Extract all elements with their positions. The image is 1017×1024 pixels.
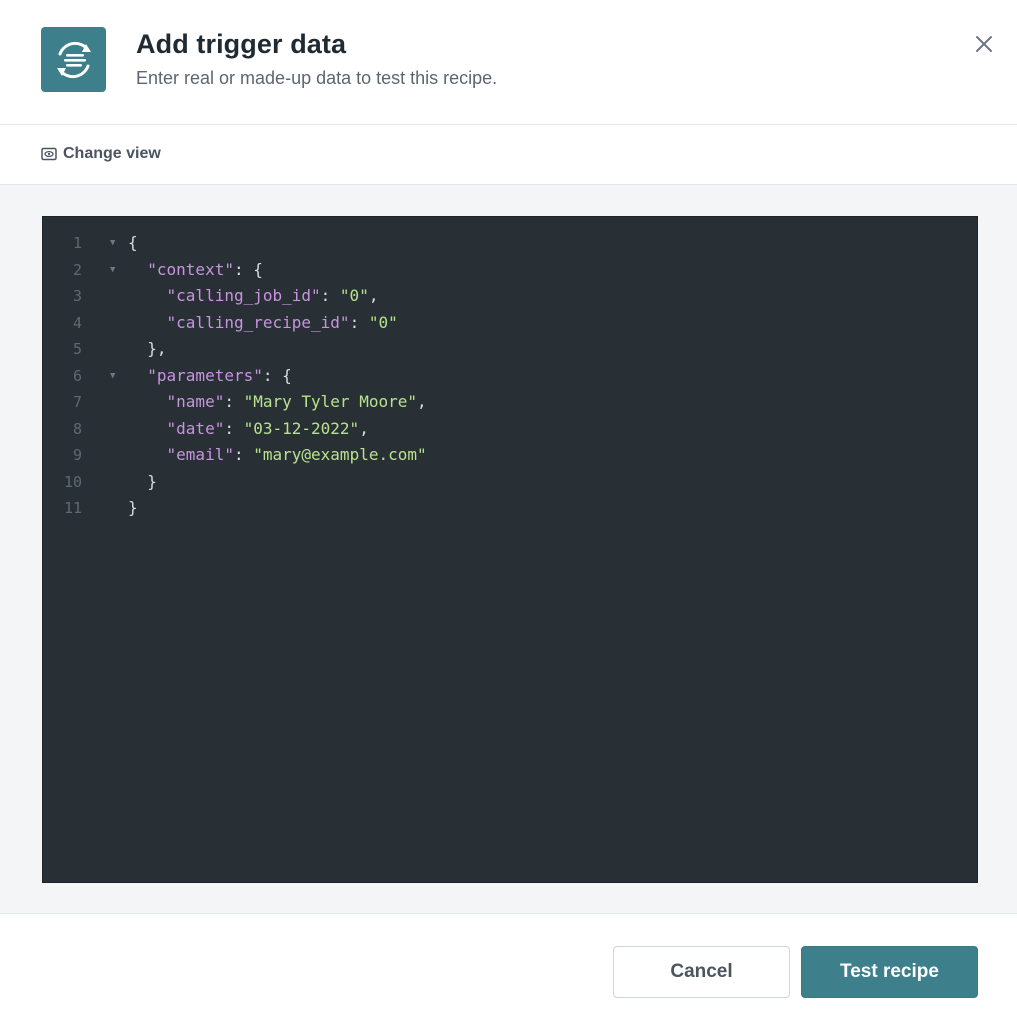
fold-toggle-icon[interactable]: ▼: [110, 230, 115, 256]
code-text: "parameters": {: [147, 365, 292, 385]
code-line[interactable]: 2 ▼ "context": {: [43, 257, 977, 283]
dialog-subtitle: Enter real or made-up data to test this …: [136, 68, 498, 88]
code-line[interactable]: 4 "calling_recipe_id": "0": [43, 310, 977, 336]
change-view-label: Change view: [63, 145, 161, 162]
line-number: 2: [72, 260, 82, 279]
code-text: "name": "Mary Tyler Moore",: [166, 392, 427, 411]
code-text: },: [147, 339, 167, 358]
code-text: {: [128, 233, 138, 252]
fold-toggle-icon[interactable]: ▼: [110, 257, 115, 283]
code-line[interactable]: 9 "email": "mary@example.com": [43, 442, 977, 468]
code-text: }: [147, 471, 157, 491]
dialog-header: Add trigger data Enter real or made-up d…: [0, 0, 1017, 125]
close-button[interactable]: [970, 30, 998, 58]
code-line[interactable]: 10 }: [43, 469, 977, 495]
line-number: 7: [72, 393, 82, 411]
code-text: "context": {: [147, 259, 263, 279]
close-icon: [976, 36, 992, 52]
line-number: 4: [72, 313, 82, 332]
code-line[interactable]: 6 ▼ "parameters": {: [43, 363, 977, 389]
dialog-title: Add trigger data: [136, 29, 347, 59]
dialog-toolbar: Change view: [0, 125, 1017, 185]
dialog-footer: Cancel Test recipe: [0, 913, 1017, 1024]
cancel-button[interactable]: Cancel: [613, 946, 790, 998]
sync-data-icon: [41, 27, 106, 92]
json-code-editor[interactable]: 1 ▼ {2 ▼ "context": { 3 "calling_job_id": "0…: [42, 216, 978, 883]
code-text: "calling_job_id": "0",: [166, 286, 379, 305]
fold-toggle-icon[interactable]: ▼: [110, 363, 115, 389]
line-number: 8: [72, 419, 82, 438]
line-number: 5: [72, 340, 82, 358]
line-number: 11: [63, 499, 82, 517]
eye-icon: [41, 147, 57, 161]
code-text: "email": "mary@example.com": [166, 445, 427, 464]
code-line[interactable]: 7 "name": "Mary Tyler Moore",: [43, 389, 977, 415]
line-number: 6: [72, 366, 82, 385]
dialog-body: 1 ▼ {2 ▼ "context": { 3 "calling_job_id": "0…: [0, 185, 1017, 913]
line-number: 10: [63, 472, 82, 491]
code-line[interactable]: 1 ▼ {: [43, 230, 977, 256]
code-line[interactable]: 5 },: [43, 336, 977, 362]
code-text: "calling_recipe_id": "0": [166, 312, 398, 332]
code-line[interactable]: 11}: [43, 495, 977, 521]
test-recipe-button[interactable]: Test recipe: [801, 946, 978, 998]
line-number: 3: [72, 287, 82, 305]
code-line[interactable]: 8 "date": "03-12-2022",: [43, 416, 977, 442]
code-line[interactable]: 3 "calling_job_id": "0",: [43, 283, 977, 309]
line-number: 1: [72, 234, 82, 252]
code-text: "date": "03-12-2022",: [166, 418, 369, 438]
change-view-button[interactable]: Change view: [41, 145, 161, 163]
code-text: }: [128, 498, 138, 517]
line-number: 9: [72, 446, 82, 464]
add-trigger-data-dialog: Add trigger data Enter real or made-up d…: [0, 0, 1017, 1024]
